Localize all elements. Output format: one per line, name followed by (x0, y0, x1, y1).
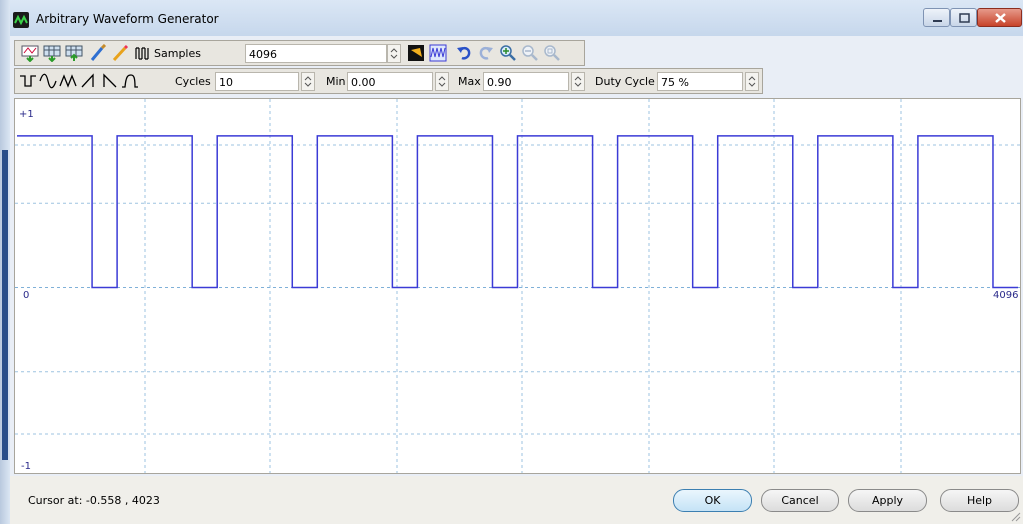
min-field[interactable]: 0.00 (347, 72, 433, 91)
pencil-icon[interactable] (111, 44, 129, 62)
ok-button[interactable]: OK (673, 489, 752, 512)
samples-label: Samples (154, 47, 201, 60)
zoom-out-icon[interactable] (521, 44, 539, 62)
square-wave-icon[interactable] (19, 72, 37, 90)
resize-grip-icon[interactable] (1009, 510, 1021, 522)
status-bar: Cursor at: -0.558 , 4023 OK Cancel Apply… (10, 476, 1023, 524)
edit-toolbar: Samples 4096 (14, 40, 585, 66)
duty-cycle-spinner[interactable] (745, 72, 759, 91)
redo-icon[interactable] (477, 44, 495, 62)
waveform-app-icon (13, 12, 29, 28)
apply-button[interactable]: Apply (848, 489, 927, 512)
ramp-down-icon[interactable] (101, 72, 119, 90)
min-spinner[interactable] (435, 72, 449, 91)
window-left-bar (2, 150, 8, 460)
ramp-up-icon[interactable] (81, 72, 99, 90)
waveform-canvas[interactable] (15, 99, 1020, 473)
duty-cycle-field[interactable]: 75 % (657, 72, 743, 91)
title-bar: Arbitrary Waveform Generator (10, 0, 1023, 36)
window-left-edge (0, 0, 10, 524)
cursor-readout: Cursor at: -0.558 , 4023 (28, 494, 160, 507)
import-waveform-icon[interactable] (21, 44, 39, 63)
waveform-view-icon[interactable] (429, 44, 447, 62)
samples-spinner[interactable] (387, 44, 401, 63)
max-field[interactable]: 0.90 (483, 72, 569, 91)
triangle-wave-icon[interactable] (59, 72, 77, 90)
duty-cycle-label: Duty Cycle (595, 75, 655, 88)
sine-wave-icon[interactable] (39, 72, 57, 90)
export-table-icon[interactable] (65, 44, 83, 62)
max-spinner[interactable] (571, 72, 585, 91)
pulse-icon[interactable] (121, 72, 139, 90)
waveform-plot[interactable]: +1 0 -1 4096 (14, 98, 1021, 474)
y-top-label: +1 (19, 109, 34, 120)
maximize-button[interactable] (950, 8, 977, 27)
samples-field[interactable]: 4096 (245, 44, 387, 63)
min-label: Min (326, 75, 346, 88)
zoom-fit-icon[interactable] (543, 44, 561, 62)
insert-table-icon[interactable] (43, 44, 61, 63)
square-waveform-trace (17, 135, 1018, 289)
y-zero-label: 0 (23, 290, 30, 301)
brush-icon[interactable] (89, 43, 107, 62)
help-button[interactable]: Help (940, 489, 1019, 512)
undo-icon[interactable] (455, 44, 473, 62)
shape-toolbar: Cycles 10 Min 0.00 Max 0.90 Duty Cycle 7… (14, 68, 763, 94)
minimize-button[interactable] (923, 8, 950, 27)
cycles-label: Cycles (175, 75, 211, 88)
cycles-spinner[interactable] (301, 72, 315, 91)
waveform-generator-window: Arbitrary Waveform Generator Samples 409… (0, 0, 1023, 524)
window-title: Arbitrary Waveform Generator (36, 12, 219, 26)
cycles-field[interactable]: 10 (215, 72, 299, 91)
zoom-in-icon[interactable] (499, 44, 517, 62)
max-label: Max (458, 75, 481, 88)
close-button[interactable] (977, 8, 1022, 27)
y-bottom-label: -1 (21, 461, 31, 472)
color-fill-icon[interactable] (407, 44, 425, 62)
cancel-button[interactable]: Cancel (761, 489, 839, 512)
samples-icon (133, 44, 151, 62)
x-end-label: 4096 (993, 290, 1019, 301)
